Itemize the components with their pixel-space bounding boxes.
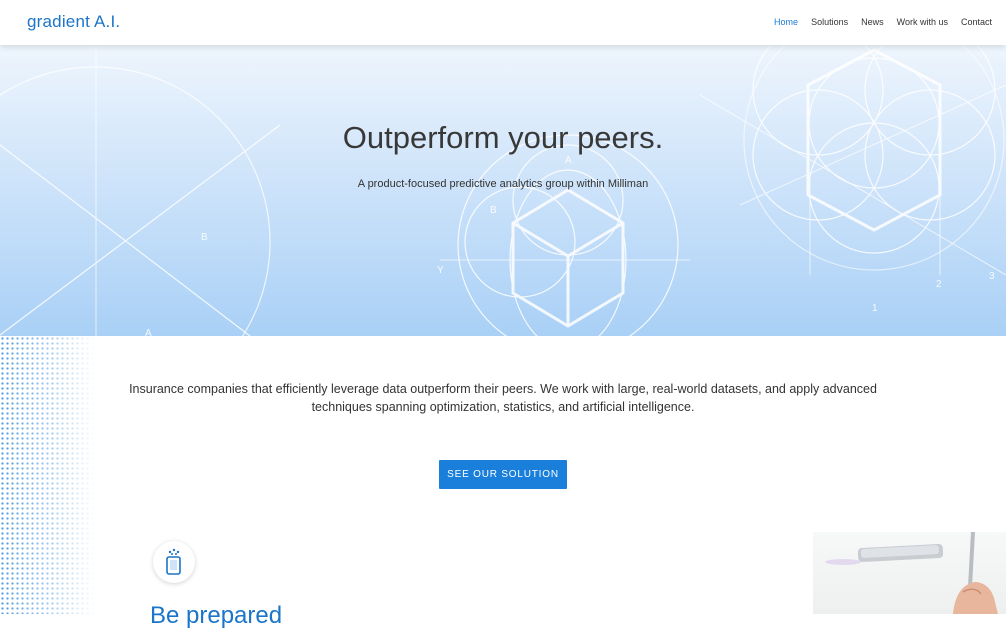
nav-solutions[interactable]: Solutions xyxy=(811,17,848,27)
hand-with-pen-photo xyxy=(813,532,1006,614)
site-header: gradient A.I. Home Solutions News Work w… xyxy=(0,0,1006,45)
nav-home[interactable]: Home xyxy=(774,17,798,27)
diagram-label: B xyxy=(490,205,497,216)
hero-subtitle: A product-focused predictive analytics g… xyxy=(357,178,649,190)
brand-logo[interactable]: gradient A.I. xyxy=(27,12,120,32)
feature-heading: Be prepared xyxy=(150,602,283,629)
nav-news[interactable]: News xyxy=(861,17,884,27)
diagram-label: B xyxy=(201,232,208,243)
dot-pattern-decoration xyxy=(0,336,96,614)
see-our-solution-button[interactable]: SEE OUR SOLUTION xyxy=(439,460,567,489)
nav-contact[interactable]: Contact xyxy=(961,17,992,27)
hero-banner: A B B Y A 1 2 3 Outperform your peers. A… xyxy=(0,45,1006,336)
diagram-label: 1 xyxy=(872,303,878,314)
diagram-label: A xyxy=(145,328,152,336)
diagram-label: Y xyxy=(437,265,444,276)
hero-title: Outperform your peers. xyxy=(342,120,664,155)
diagram-label: 3 xyxy=(989,271,995,282)
phone-touch-icon xyxy=(153,541,195,583)
hero-geometric-background: A B B Y A 1 2 3 xyxy=(0,45,1006,336)
main-nav: Home Solutions News Work with us Contact xyxy=(761,17,992,27)
diagram-label: 2 xyxy=(936,279,942,290)
nav-work-with-us[interactable]: Work with us xyxy=(897,17,948,27)
diagram-label: A xyxy=(565,155,572,166)
intro-text: Insurance companies that efficiently lev… xyxy=(129,382,877,414)
